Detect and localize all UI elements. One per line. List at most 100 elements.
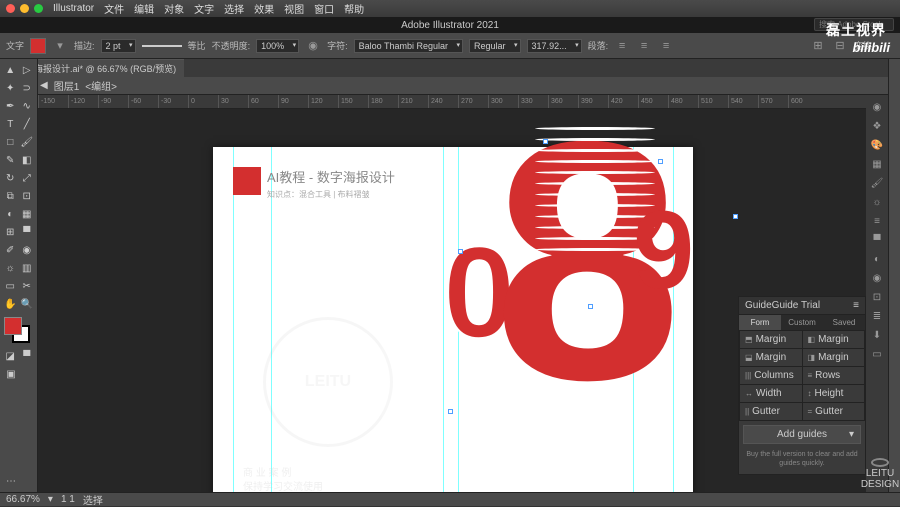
align-center-icon[interactable]: ≡ [636, 38, 652, 54]
magic-wand-tool[interactable]: ✦ [2, 79, 19, 97]
stroke-weight[interactable]: 2 pt [101, 39, 136, 53]
mesh-tool[interactable]: ⊞ [2, 223, 19, 241]
gg-tab-custom[interactable]: Custom [781, 315, 823, 330]
selection-handle[interactable] [458, 249, 463, 254]
free-transform-tool[interactable]: ⊡ [19, 187, 36, 205]
font-weight[interactable]: Regular [469, 39, 521, 53]
menu-edit[interactable]: 编辑 [134, 1, 154, 16]
hand-tool[interactable]: ✋ [2, 295, 19, 313]
align-right-icon[interactable]: ≡ [658, 38, 674, 54]
transparency-panel-icon[interactable]: ◐ [869, 251, 885, 267]
panel-collapse-bar[interactable] [888, 59, 900, 492]
gg-tab-form[interactable]: Form [739, 315, 781, 330]
menu-object[interactable]: 对象 [164, 1, 184, 16]
shaper-tool[interactable]: ✎ [2, 151, 19, 169]
gg-rows[interactable]: ≡ Rows [803, 367, 865, 384]
slice-tool[interactable]: ✂ [19, 277, 36, 295]
gg-margin-right[interactable]: ◨ Margin [803, 349, 865, 366]
artboards-panel-icon[interactable]: ▭ [869, 346, 885, 362]
gg-width[interactable]: ↔ Width [740, 385, 802, 402]
width-tool[interactable]: ⧉ [2, 187, 19, 205]
layers-panel-icon[interactable]: ≣ [869, 308, 885, 324]
menu-view[interactable]: 视图 [284, 1, 304, 16]
selection-tool[interactable]: ▲ [2, 61, 19, 79]
symbols-panel-icon[interactable]: ☼ [869, 194, 885, 210]
selection-handle[interactable] [543, 139, 548, 144]
libraries-panel-icon[interactable]: ❖ [869, 118, 885, 134]
horizontal-ruler[interactable]: -150-120-90-60-3003060901201501802102402… [38, 95, 888, 109]
type-tool[interactable]: T [2, 115, 19, 133]
line-tool[interactable]: ╱ [19, 115, 36, 133]
add-guides-button[interactable]: Add guides ▾ [743, 425, 861, 444]
zoom-tool[interactable]: 🔍 [19, 295, 36, 313]
rectangle-tool[interactable]: □ [2, 133, 19, 151]
perspective-tool[interactable]: ▦ [19, 205, 36, 223]
selection-handle[interactable] [658, 159, 663, 164]
graphic-styles-icon[interactable]: ⊡ [869, 289, 885, 305]
color-mode-icon[interactable]: ◪ [2, 347, 19, 365]
fill-swatch[interactable] [30, 38, 46, 54]
menu-help[interactable]: 帮助 [344, 1, 364, 16]
menu-type[interactable]: 文字 [194, 1, 214, 16]
curvature-tool[interactable]: ∿ [19, 97, 36, 115]
pen-tool[interactable]: ✒ [2, 97, 19, 115]
properties-panel-icon[interactable]: ◉ [869, 99, 885, 115]
selection-handle[interactable] [733, 214, 738, 219]
selection-handle[interactable] [588, 304, 593, 309]
font-family[interactable]: Baloo Thambi Regular [354, 39, 463, 53]
gg-gutter-h[interactable]: || Gutter [740, 403, 802, 420]
selection-handle[interactable] [448, 409, 453, 414]
font-size[interactable]: 317.92... [527, 39, 582, 53]
gg-margin-left[interactable]: ◧ Margin [803, 331, 865, 348]
gradient-panel-icon[interactable]: ▀ [869, 232, 885, 248]
layer-crumb[interactable]: 图层1 [54, 78, 80, 93]
symbol-tool[interactable]: ☼ [2, 259, 19, 277]
brushes-panel-icon[interactable]: 🖌 [869, 175, 885, 191]
group-crumb[interactable]: <编组> [85, 78, 117, 93]
eraser-tool[interactable]: ◧ [19, 151, 36, 169]
gradient-mode-icon[interactable]: ▀ [19, 347, 36, 365]
gradient-tool[interactable]: ▀ [19, 223, 36, 241]
zoom-level[interactable]: 66.67% [6, 494, 40, 505]
guideguide-header[interactable]: GuideGuide Trial≡ [739, 297, 865, 315]
shape-builder-tool[interactable]: ◐ [2, 205, 19, 223]
menu-window[interactable]: 窗口 [314, 1, 334, 16]
fill-stroke-swatches[interactable] [4, 317, 30, 343]
gg-tab-saved[interactable]: Saved [823, 315, 865, 330]
no-fill-icon[interactable]: ▾ [52, 38, 68, 54]
menu-illustrator[interactable]: Illustrator [53, 3, 94, 14]
blend-tool[interactable]: ◉ [19, 241, 36, 259]
menu-file[interactable]: 文件 [104, 1, 124, 16]
asset-export-icon[interactable]: ⬇ [869, 327, 885, 343]
align-left-icon[interactable]: ≡ [614, 38, 630, 54]
menu-select[interactable]: 选择 [224, 1, 244, 16]
stroke-panel-icon[interactable]: ≡ [869, 213, 885, 229]
opacity-field[interactable]: 100% [256, 39, 299, 53]
styles-icon[interactable]: ◉ [305, 38, 321, 54]
lasso-tool[interactable]: ⊃ [19, 79, 36, 97]
color-panel-icon[interactable]: 🎨 [869, 137, 885, 153]
gg-height[interactable]: ↕ Height [803, 385, 865, 402]
traffic-lights[interactable] [6, 4, 43, 13]
menu-effect[interactable]: 效果 [254, 1, 274, 16]
edit-toolbar-icon[interactable]: ⋯ [2, 472, 20, 490]
screen-mode-icon[interactable]: ▣ [2, 365, 20, 383]
back-arrow-icon[interactable]: ◀ [40, 80, 48, 91]
eyedropper-tool[interactable]: ✐ [2, 241, 19, 259]
panel-menu-icon[interactable]: ≡ [853, 300, 859, 311]
gg-columns[interactable]: ||| Columns [740, 367, 802, 384]
stroke-preview[interactable] [142, 45, 182, 47]
graph-tool[interactable]: ▥ [19, 259, 36, 277]
scale-tool[interactable]: ⤢ [19, 169, 36, 187]
artboard-nav[interactable]: 1 1 [61, 494, 75, 505]
gg-margin-top[interactable]: ⬒ Margin [740, 331, 802, 348]
gg-margin-bottom[interactable]: ⬓ Margin [740, 349, 802, 366]
brush-tool[interactable]: 🖌 [19, 133, 36, 151]
align-objects-icon[interactable]: ⊞ [810, 38, 826, 54]
gg-gutter-v[interactable]: = Gutter [803, 403, 865, 420]
swatches-panel-icon[interactable]: ▦ [869, 156, 885, 172]
rotate-tool[interactable]: ↻ [2, 169, 19, 187]
appearance-panel-icon[interactable]: ◉ [869, 270, 885, 286]
direct-select-tool[interactable]: ▷ [19, 61, 36, 79]
artboard-tool[interactable]: ▭ [2, 277, 19, 295]
